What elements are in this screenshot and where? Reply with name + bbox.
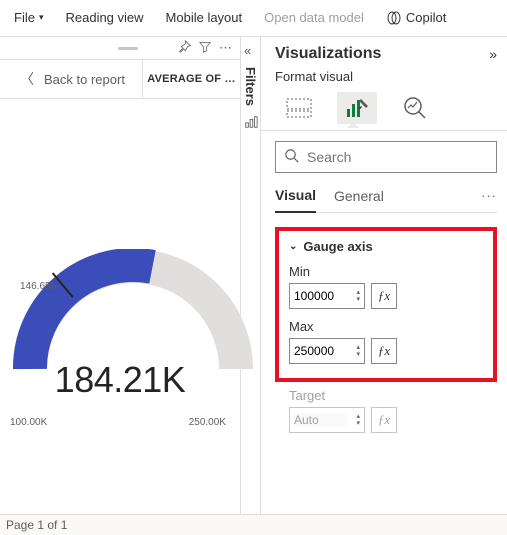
gauge-value-label: 184.21K xyxy=(0,359,240,401)
back-to-report-button[interactable]: 〈 Back to report xyxy=(0,60,142,98)
expand-filters-button[interactable]: « xyxy=(244,43,251,58)
chevron-left-icon: 〈 xyxy=(20,69,34,89)
max-input-box[interactable]: ▴▾ xyxy=(289,338,365,364)
viz-pane-title: Visualizations xyxy=(275,45,381,63)
more-options-icon[interactable]: ⋯ xyxy=(219,40,232,56)
min-input[interactable] xyxy=(294,289,348,303)
top-menu: File ▾ Reading view Mobile layout Open d… xyxy=(0,0,507,36)
menu-copilot[interactable]: Copilot xyxy=(376,4,456,32)
menu-mobile-layout[interactable]: Mobile layout xyxy=(156,4,253,31)
target-fx-button: ƒx xyxy=(371,407,397,433)
format-visual-tab[interactable] xyxy=(337,92,377,124)
chevron-down-icon: ▾ xyxy=(39,12,44,23)
menu-file[interactable]: File ▾ xyxy=(4,4,53,31)
gauge-min-label: 100.00K xyxy=(10,417,47,428)
format-search[interactable] xyxy=(275,141,497,173)
visualizations-pane: Visualizations » Format visual Visual xyxy=(261,37,507,514)
chevron-down-icon: ⌄ xyxy=(289,241,297,252)
search-icon xyxy=(284,148,299,167)
target-field-group: Target ▴▾ ƒx xyxy=(275,388,497,433)
max-label: Max xyxy=(289,319,483,334)
menu-open-data-model: Open data model xyxy=(254,4,374,31)
chevron-up-icon[interactable]: ▴ xyxy=(356,289,360,296)
visual-header: ⋯ xyxy=(0,37,240,59)
build-visual-tab[interactable] xyxy=(279,92,319,124)
drag-handle-icon[interactable] xyxy=(118,47,138,50)
analytics-tab[interactable] xyxy=(395,92,435,124)
target-label: Target xyxy=(289,388,483,403)
divider xyxy=(261,130,507,131)
min-label: Min xyxy=(289,264,483,279)
tabs-more-icon[interactable]: ··· xyxy=(481,188,497,211)
canvas-pane: ⋯ 〈 Back to report AVERAGE OF … 146.65K … xyxy=(0,37,241,514)
drill-header: 〈 Back to report AVERAGE OF … xyxy=(0,59,240,99)
target-input-box: ▴▾ xyxy=(289,407,365,433)
viz-pane-subtitle: Format visual xyxy=(275,69,497,84)
gauge-max-label: 250.00K xyxy=(189,417,226,428)
gauge-visual[interactable]: 146.65K 184.21K 100.00K 250.00K xyxy=(0,99,240,479)
min-spinner[interactable]: ▴▾ xyxy=(356,289,360,303)
selected-tab-indicator-icon xyxy=(347,122,359,128)
max-fx-button[interactable]: ƒx xyxy=(371,338,397,364)
highlight-box: ⌄ Gauge axis Min ▴▾ ƒx Max ▴▾ ƒx xyxy=(275,227,497,382)
copilot-icon xyxy=(386,10,402,26)
max-input[interactable] xyxy=(294,344,348,358)
min-input-box[interactable]: ▴▾ xyxy=(289,283,365,309)
menu-reading-view[interactable]: Reading view xyxy=(55,4,153,31)
filters-label: Filters xyxy=(243,67,258,106)
menu-file-label: File xyxy=(14,10,35,25)
target-input xyxy=(294,413,348,427)
bar-chart-icon xyxy=(244,115,258,132)
chevron-up-icon: ▴ xyxy=(356,413,360,420)
filters-pane-collapsed: « Filters xyxy=(241,37,261,514)
format-tabs: Visual General ··· xyxy=(275,187,497,213)
menu-copilot-label: Copilot xyxy=(406,10,446,25)
main-area: ⋯ 〈 Back to report AVERAGE OF … 146.65K … xyxy=(0,36,507,514)
chevron-down-icon[interactable]: ▾ xyxy=(356,351,360,358)
chevron-up-icon[interactable]: ▴ xyxy=(356,344,360,351)
section-gauge-axis-label: Gauge axis xyxy=(303,239,372,254)
tab-visual[interactable]: Visual xyxy=(275,187,316,213)
section-gauge-axis[interactable]: ⌄ Gauge axis xyxy=(289,239,483,254)
tab-general[interactable]: General xyxy=(334,188,384,212)
max-spinner[interactable]: ▴▾ xyxy=(356,344,360,358)
min-fx-button[interactable]: ƒx xyxy=(371,283,397,309)
expand-pane-button[interactable]: » xyxy=(489,46,497,62)
filter-icon[interactable] xyxy=(199,41,211,56)
chevron-down-icon: ▾ xyxy=(356,420,360,427)
page-indicator: Page 1 of 1 xyxy=(6,518,67,532)
chevron-down-icon[interactable]: ▾ xyxy=(356,296,360,303)
pin-icon[interactable] xyxy=(178,40,191,56)
page-footer: Page 1 of 1 xyxy=(0,514,507,535)
format-mode-switch xyxy=(275,92,497,124)
format-search-input[interactable] xyxy=(307,149,488,165)
metric-header[interactable]: AVERAGE OF … xyxy=(142,60,240,98)
gauge-target-label: 146.65K xyxy=(20,281,57,292)
back-label: Back to report xyxy=(44,72,125,87)
target-spinner: ▴▾ xyxy=(356,413,360,427)
